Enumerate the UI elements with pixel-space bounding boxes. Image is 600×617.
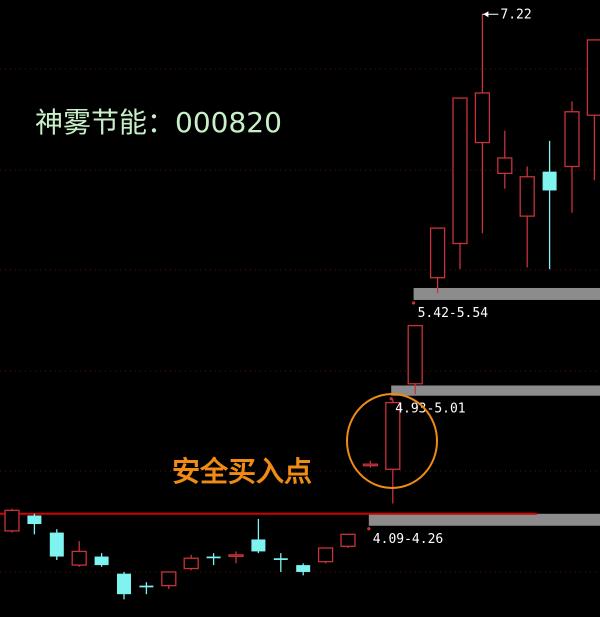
candle bbox=[139, 582, 154, 595]
candle-body bbox=[317, 547, 334, 563]
candle-body bbox=[228, 554, 244, 557]
candle bbox=[183, 554, 199, 571]
candle-body bbox=[27, 515, 42, 525]
candle-body bbox=[362, 463, 379, 467]
candle bbox=[519, 166, 535, 268]
candle-body bbox=[296, 565, 311, 572]
candlestick-chart: 7.22 4.09-4.264.93-5.015.42-5.54 神雾节能：00… bbox=[0, 7, 600, 600]
peak-price-label: 7.22 bbox=[500, 7, 531, 22]
candle-body bbox=[407, 324, 423, 385]
grid-lines bbox=[0, 68, 600, 573]
candle bbox=[27, 513, 42, 535]
peak-arrow-head bbox=[483, 11, 489, 18]
candle-body bbox=[117, 573, 131, 595]
resistance-zone bbox=[391, 385, 600, 396]
chart-title: 神雾节能：000820 bbox=[35, 106, 282, 139]
candle bbox=[161, 571, 177, 590]
buy-point-callout: 安全买入点 bbox=[172, 455, 312, 488]
candle-body bbox=[251, 539, 266, 552]
candle-body bbox=[474, 92, 491, 144]
candle-body bbox=[340, 533, 356, 547]
candle bbox=[497, 130, 513, 189]
resistance-zone bbox=[413, 287, 600, 300]
zone-label: 4.09-4.26 bbox=[373, 532, 443, 547]
candle-body bbox=[183, 557, 199, 570]
candle bbox=[340, 533, 356, 548]
candle bbox=[94, 553, 109, 567]
candle-body bbox=[497, 157, 513, 175]
candle bbox=[49, 529, 64, 560]
candle bbox=[407, 324, 423, 395]
candle bbox=[362, 460, 379, 468]
candle bbox=[296, 563, 311, 576]
candle-body bbox=[161, 571, 177, 587]
candle-body bbox=[49, 532, 64, 557]
candle bbox=[117, 571, 131, 600]
zone-marker-dot bbox=[367, 527, 371, 531]
candle bbox=[586, 39, 600, 181]
candle-body bbox=[71, 550, 87, 566]
candle-body bbox=[139, 585, 154, 588]
candle bbox=[452, 97, 468, 270]
zone-label: 5.42-5.54 bbox=[418, 306, 489, 321]
candle bbox=[251, 518, 266, 554]
candle bbox=[228, 551, 244, 564]
candle bbox=[4, 508, 20, 533]
candle-body bbox=[452, 97, 468, 245]
candle bbox=[273, 553, 288, 572]
peak-marker: 7.22 bbox=[482, 7, 532, 22]
candle-body bbox=[586, 39, 600, 116]
candle bbox=[429, 227, 446, 294]
zone-marker-dot bbox=[412, 301, 416, 305]
candle-body bbox=[542, 171, 557, 191]
candle bbox=[564, 101, 580, 213]
candle bbox=[542, 140, 557, 270]
candle-body bbox=[4, 509, 20, 532]
resistance-zone bbox=[368, 513, 600, 526]
candles bbox=[4, 14, 600, 600]
candle-body bbox=[94, 556, 109, 566]
candle bbox=[71, 541, 87, 567]
candle-body bbox=[273, 558, 288, 560]
candle-body bbox=[429, 227, 446, 279]
candle bbox=[474, 14, 491, 234]
candle bbox=[317, 547, 334, 564]
candle-body bbox=[564, 111, 580, 168]
candle bbox=[206, 553, 221, 566]
candle-body bbox=[206, 556, 221, 559]
candle-body bbox=[519, 176, 535, 217]
